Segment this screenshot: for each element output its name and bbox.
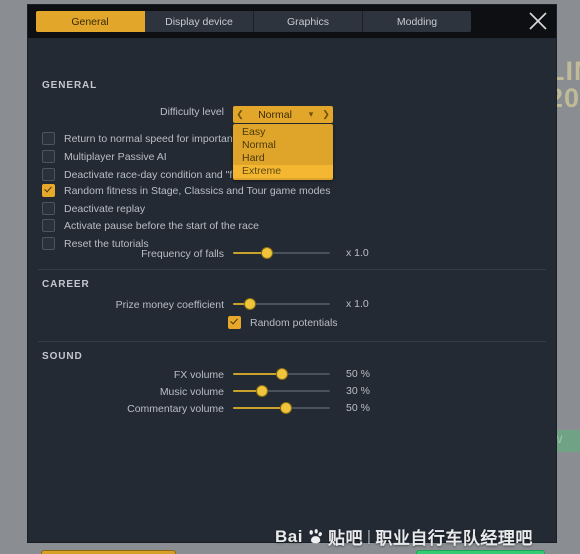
chevron-down-icon[interactable]: ▾ — [303, 109, 319, 120]
difficulty-option-hard[interactable]: Hard — [233, 152, 333, 165]
checkbox-label: Activate pause before the start of the r… — [64, 219, 259, 232]
chevron-left-icon[interactable]: ❮ — [233, 109, 247, 120]
checkbox-random-potentials[interactable]: Random potentials — [228, 316, 338, 329]
tab-bar: General Display device Graphics Modding — [36, 11, 471, 32]
prize-money-coefficient-value: x 1.0 — [346, 298, 369, 310]
checkbox-multiplayer-passive-ai[interactable]: Multiplayer Passive AI — [42, 150, 167, 163]
difficulty-option-normal[interactable]: Normal — [233, 139, 333, 152]
save-changes-button[interactable]: Save Changes — [416, 550, 545, 554]
music-volume-label: Music volume — [159, 386, 224, 398]
checkbox-box — [42, 219, 55, 232]
difficulty-dropdown-control[interactable]: ❮ Normal ▾ ❯ — [233, 106, 333, 123]
divider-general-career — [38, 269, 546, 270]
tab-graphics[interactable]: Graphics — [254, 11, 363, 32]
section-title-general: GENERAL — [42, 80, 98, 91]
checkbox-activate-pause[interactable]: Activate pause before the start of the r… — [42, 219, 259, 232]
prize-money-coefficient-slider[interactable] — [233, 297, 330, 311]
music-volume-slider[interactable] — [233, 384, 330, 398]
frequency-of-falls-value: x 1.0 — [346, 247, 369, 259]
tab-modding[interactable]: Modding — [363, 11, 471, 32]
slider-thumb[interactable] — [281, 403, 292, 413]
frequency-of-falls-label: Frequency of falls — [141, 248, 224, 260]
checkbox-deactivate-replay[interactable]: Deactivate replay — [42, 202, 145, 215]
fx-volume-label: FX volume — [173, 369, 224, 381]
settings-window: General Display device Graphics Modding … — [28, 5, 556, 554]
difficulty-option-easy[interactable]: Easy — [233, 126, 333, 139]
prize-money-control: x 1.0 — [233, 297, 369, 311]
fx-volume-control: 50 % — [233, 367, 370, 381]
window-titlebar: General Display device Graphics Modding — [28, 5, 556, 38]
chevron-right-icon[interactable]: ❯ — [319, 109, 333, 120]
checkbox-deactivate-race-day-condition[interactable]: Deactivate race-day condition and "feeli… — [42, 168, 264, 181]
commentary-volume-value: 50 % — [346, 402, 370, 414]
slider-thumb[interactable] — [245, 299, 256, 309]
music-volume-label-wrap: Music volume — [28, 386, 224, 398]
commentary-volume-label: Commentary volume — [127, 403, 224, 415]
difficulty-dropdown[interactable]: ❮ Normal ▾ ❯ Easy Normal Hard Extreme — [233, 106, 333, 180]
checkbox-label: Random fitness in Stage, Classics and To… — [64, 184, 331, 197]
difficulty-value: Normal — [258, 108, 292, 121]
difficulty-label: Difficulty level — [160, 106, 224, 118]
frequency-of-falls-label-wrap: Frequency of falls — [28, 248, 224, 260]
frequency-of-falls-control: x 1.0 — [233, 246, 369, 260]
checkbox-box — [228, 316, 241, 329]
section-title-career: CAREER — [42, 279, 90, 290]
fx-volume-label-wrap: FX volume — [28, 369, 224, 381]
checkbox-label: Random potentials — [250, 316, 338, 329]
prize-money-label-wrap: Prize money coefficient — [28, 299, 224, 311]
slider-fill — [233, 407, 287, 409]
checkbox-label: Multiplayer Passive AI — [64, 150, 167, 163]
prize-money-coefficient-label: Prize money coefficient — [115, 299, 224, 311]
commentary-volume-control: 50 % — [233, 401, 370, 415]
checkbox-box — [42, 168, 55, 181]
fx-volume-value: 50 % — [346, 368, 370, 380]
music-volume-control: 30 % — [233, 384, 370, 398]
commentary-volume-label-wrap: Commentary volume — [28, 403, 224, 415]
screen: LIN 202 W General Display device Graphic… — [0, 0, 580, 554]
checkbox-box — [42, 184, 55, 197]
checkbox-box — [42, 132, 55, 145]
slider-thumb[interactable] — [257, 386, 268, 396]
frequency-of-falls-slider[interactable] — [233, 246, 330, 260]
tab-display-device[interactable]: Display device — [145, 11, 254, 32]
commentary-volume-slider[interactable] — [233, 401, 330, 415]
section-title-sound: SOUND — [42, 351, 83, 362]
tab-general[interactable]: General — [36, 11, 145, 32]
difficulty-option-list: Easy Normal Hard Extreme — [233, 124, 333, 180]
difficulty-row: Difficulty level — [28, 106, 224, 118]
slider-thumb[interactable] — [261, 248, 272, 258]
settings-body: GENERAL Difficulty level Return to norma… — [28, 38, 556, 554]
slider-thumb[interactable] — [276, 369, 287, 379]
close-button[interactable] — [524, 7, 552, 35]
checkbox-box — [42, 150, 55, 163]
fx-volume-slider[interactable] — [233, 367, 330, 381]
default-settings-button[interactable]: Default settings — [41, 550, 176, 554]
close-icon — [529, 12, 547, 30]
checkbox-random-fitness[interactable]: Random fitness in Stage, Classics and To… — [42, 184, 331, 197]
checkbox-box — [42, 202, 55, 215]
divider-career-sound — [38, 341, 546, 342]
music-volume-value: 30 % — [346, 385, 370, 397]
difficulty-option-extreme[interactable]: Extreme — [233, 165, 333, 178]
slider-fill — [233, 373, 282, 375]
checkbox-label: Deactivate replay — [64, 202, 146, 215]
